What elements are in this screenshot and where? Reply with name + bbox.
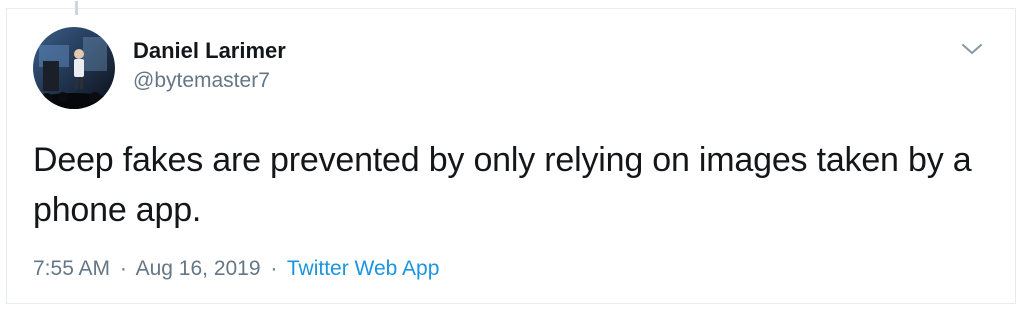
tweet-time[interactable]: 7:55 AM: [33, 257, 110, 280]
tweet-source-link[interactable]: Twitter Web App: [287, 257, 440, 280]
thread-line: [75, 1, 78, 15]
chevron-down-icon[interactable]: [959, 39, 985, 59]
author-block[interactable]: Daniel Larimer @bytemaster7: [133, 37, 286, 95]
author-handle[interactable]: @bytemaster7: [133, 67, 286, 95]
divider: [7, 303, 1015, 304]
avatar[interactable]: [33, 27, 115, 109]
tweet-text: Deep fakes are prevented by only relying…: [33, 141, 972, 229]
tweet-meta: 7:55 AM · Aug 16, 2019 · Twitter Web App: [33, 255, 439, 283]
author-display-name[interactable]: Daniel Larimer: [133, 37, 286, 65]
tweet-date[interactable]: Aug 16, 2019: [136, 257, 261, 280]
page: Daniel Larimer @bytemaster7 Deep fakes a…: [0, 0, 1024, 320]
profile-photo-icon: [33, 27, 115, 109]
tweet-card: Daniel Larimer @bytemaster7 Deep fakes a…: [6, 1, 1016, 304]
separator-dot: ·: [270, 257, 278, 280]
separator-dot: ·: [119, 257, 127, 280]
